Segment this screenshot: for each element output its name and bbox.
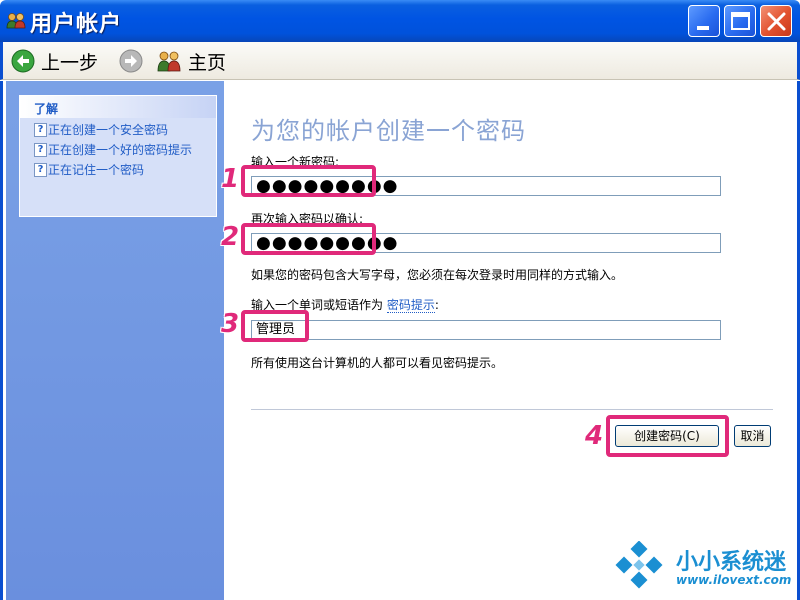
forward-button[interactable] (119, 48, 143, 74)
learn-title: 了解 (20, 96, 216, 118)
hint-visibility-note: 所有使用这台计算机的人都可以看见密码提示。 (251, 356, 504, 370)
page-title: 为您的帐户创建一个密码 (251, 117, 526, 145)
title-bar: 用户帐户 (0, 0, 800, 42)
back-label: 上一步 (41, 51, 99, 74)
window-title: 用户帐户 (30, 12, 123, 37)
main-area: 了解 ? 正在创建一个安全密码 ? 正在创建一个好的密码提示 ? 正在记住一个密… (0, 81, 800, 600)
hint-label-suffix: : (434, 298, 439, 312)
home-label: 主页 (188, 51, 227, 74)
sidebar: 了解 ? 正在创建一个安全密码 ? 正在创建一个好的密码提示 ? 正在记住一个密… (6, 81, 224, 600)
case-sensitivity-note: 如果您的密码包含大写字母，您必须在每次登录时用同样的方式输入。 (251, 268, 624, 282)
password-hint-input[interactable]: 管理员 (251, 320, 721, 340)
minimize-button[interactable] (688, 5, 720, 37)
help-icon: ? (34, 143, 47, 157)
close-icon (767, 12, 786, 31)
back-button[interactable]: 上一步 (11, 48, 98, 74)
sidebar-item-password-hint[interactable]: ? 正在创建一个好的密码提示 (20, 142, 216, 158)
step-number-1: 1 (221, 164, 240, 194)
sidebar-item-label: 正在创建一个好的密码提示 (48, 143, 193, 157)
sidebar-item-label: 正在记住一个密码 (48, 163, 145, 177)
password-hint-link[interactable]: 密码提示 (386, 298, 435, 313)
callout-box-4 (606, 415, 729, 457)
toolbar: 上一步 主页 (0, 42, 800, 80)
forward-arrow-icon (119, 49, 143, 73)
watermark-logo-icon (614, 540, 664, 591)
sidebar-item-label: 正在创建一个安全密码 (48, 123, 169, 137)
user-accounts-icon (6, 12, 26, 30)
maximize-button[interactable] (724, 5, 756, 37)
sidebar-item-secure-password[interactable]: ? 正在创建一个安全密码 (20, 122, 216, 138)
minimize-icon (697, 26, 709, 30)
home-button[interactable]: 主页 (156, 48, 226, 74)
help-icon: ? (34, 123, 47, 137)
cancel-button[interactable]: 取消 (734, 425, 771, 447)
step-number-2: 2 (221, 222, 240, 252)
watermark-title: 小小系统迷 (676, 550, 787, 575)
callout-box-1 (241, 165, 376, 197)
maximize-icon (731, 12, 750, 30)
back-arrow-icon (11, 49, 35, 73)
home-users-icon (157, 51, 181, 72)
close-button[interactable] (760, 5, 792, 37)
callout-box-2 (241, 223, 376, 255)
watermark-url: www.ilovext.com (676, 573, 792, 587)
callout-box-3 (241, 310, 309, 342)
divider (251, 409, 773, 410)
step-number-4: 4 (585, 421, 604, 451)
learn-about-panel: 了解 ? 正在创建一个安全密码 ? 正在创建一个好的密码提示 ? 正在记住一个密… (19, 95, 217, 217)
sidebar-item-remember-password[interactable]: ? 正在记住一个密码 (20, 162, 216, 178)
step-number-3: 3 (221, 309, 240, 339)
help-icon: ? (34, 163, 47, 177)
